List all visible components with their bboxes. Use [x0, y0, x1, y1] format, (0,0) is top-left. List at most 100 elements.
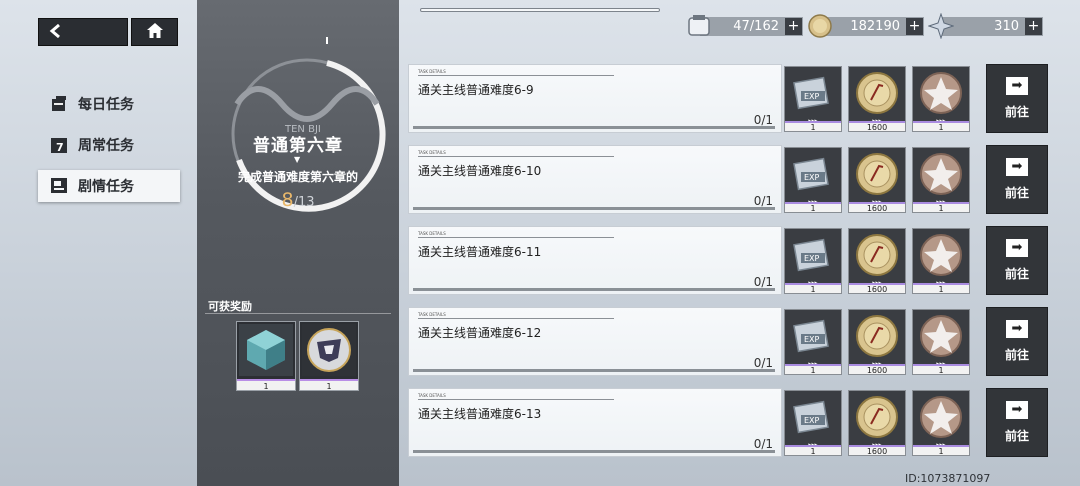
arrow-right-icon: ➡ [1006, 401, 1028, 419]
chapter-panel: TEN BJI 普通第六章 ▼ 完成普通难度第六章的 8/13 可获奖励 1 1 [197, 0, 399, 486]
task-reward-item[interactable]: ▶▶▶1600 [848, 66, 906, 132]
stamina-icon [688, 15, 710, 36]
gold-coin-icon [851, 393, 903, 442]
reward-count: 1600 [849, 202, 905, 213]
svg-text:EXP: EXP [804, 416, 820, 425]
exp-book-icon: EXP [787, 150, 839, 199]
task-reward-item[interactable]: ▶▶▶1600 [848, 147, 906, 213]
task-name: 通关主线普通难度6-10 [418, 164, 542, 178]
svg-text:7: 7 [56, 141, 64, 154]
reward-count: 1 [300, 379, 358, 391]
task-row: TASK DETAILS通关主线普通难度6-120/1EXP▶▶▶1▶▶▶160… [408, 307, 1048, 376]
add-stamina-button[interactable]: + [785, 18, 802, 35]
back-button[interactable] [38, 18, 128, 46]
task-category-nav: 每日任务 7 周常任务 剧情任务 [38, 88, 180, 211]
reward-count: 1 [785, 202, 841, 213]
arrow-right-icon: ➡ [1006, 158, 1028, 176]
task-reward-item[interactable]: ▶▶▶1600 [848, 309, 906, 375]
divider [418, 75, 614, 76]
reward-count: 1 [785, 283, 841, 294]
go-button[interactable]: ➡ 前往 [986, 64, 1048, 133]
task-progress-bar [413, 369, 775, 372]
weekly-calendar-icon: 7 [50, 136, 68, 154]
reward-count: 1 [913, 121, 969, 132]
task-reward-item[interactable]: EXP▶▶▶1 [784, 309, 842, 375]
reward-label: 可获奖励 [208, 300, 252, 313]
reward-count: 1600 [849, 364, 905, 375]
add-gold-button[interactable]: + [906, 18, 923, 35]
task-row: TASK DETAILS通关主线普通难度6-110/1EXP▶▶▶1▶▶▶160… [408, 226, 1048, 295]
reward-count: 1600 [849, 283, 905, 294]
nav-item-label: 剧情任务 [78, 179, 134, 195]
exp-book-icon: EXP [787, 69, 839, 118]
task-reward-item[interactable]: EXP▶▶▶1 [784, 66, 842, 132]
task-name: 通关主线普通难度6-11 [418, 245, 542, 259]
reward-count: 1 [913, 364, 969, 375]
nav-item-story[interactable]: 剧情任务 [38, 170, 180, 202]
task-reward-item[interactable]: EXP▶▶▶1 [784, 228, 842, 294]
task-details: TASK DETAILS 通关主线普通难度6-9 0/1 [408, 64, 782, 133]
task-tag: TASK DETAILS [418, 69, 446, 74]
chapter-reward-card[interactable]: 1 [299, 321, 359, 391]
task-reward-item[interactable]: ▶▶▶1 [912, 147, 970, 213]
divider [418, 237, 614, 238]
task-reward-item[interactable]: ▶▶▶1 [912, 309, 970, 375]
svg-text:EXP: EXP [804, 92, 820, 101]
go-button-label: 前往 [1004, 267, 1029, 281]
task-reward-item[interactable]: ▶▶▶1 [912, 228, 970, 294]
reward-count: 1 [237, 379, 295, 391]
arrow-right-icon: ➡ [1006, 320, 1028, 338]
task-tag: TASK DETAILS [418, 393, 446, 398]
go-button[interactable]: ➡ 前往 [986, 145, 1048, 214]
nav-item-weekly[interactable]: 7 周常任务 [38, 129, 180, 161]
crystal-value: 310 [994, 19, 1019, 34]
stamina-value: 47/162 [733, 19, 779, 34]
task-progress-text: 0/1 [753, 194, 773, 208]
task-reward-item[interactable]: ▶▶▶1 [912, 66, 970, 132]
gold-resource: 182190 + [808, 14, 924, 38]
task-progress-text: 0/1 [753, 275, 773, 289]
chapter-title: 普通第六章 [253, 136, 343, 156]
go-button-label: 前往 [1004, 186, 1029, 200]
reward-count: 1600 [849, 445, 905, 456]
task-reward-item[interactable]: ▶▶▶1600 [848, 390, 906, 456]
task-progress-text: 0/1 [753, 113, 773, 127]
nav-item-daily[interactable]: 每日任务 [38, 88, 180, 120]
task-details: TASK DETAILS 通关主线普通难度6-13 0/1 [408, 388, 782, 457]
task-name: 通关主线普通难度6-13 [418, 407, 542, 421]
go-button[interactable]: ➡ 前往 [986, 307, 1048, 376]
task-list: TASK DETAILS通关主线普通难度6-90/1EXP▶▶▶1▶▶▶1600… [408, 64, 1048, 469]
story-task-icon [50, 177, 68, 195]
divider [418, 156, 614, 157]
task-reward-item[interactable]: ▶▶▶1600 [848, 228, 906, 294]
task-tag: TASK DETAILS [418, 150, 446, 155]
home-icon [146, 22, 163, 42]
emblem-badge-icon [302, 324, 356, 376]
task-tag: TASK DETAILS [418, 312, 446, 317]
rank-emblem-icon [915, 312, 967, 361]
task-row: TASK DETAILS通关主线普通难度6-90/1EXP▶▶▶1▶▶▶1600… [408, 64, 1048, 133]
user-id: ID:1073871097 [905, 472, 991, 485]
svg-text:EXP: EXP [804, 254, 820, 263]
task-reward-item[interactable]: ▶▶▶1 [912, 390, 970, 456]
go-button-label: 前往 [1004, 105, 1029, 119]
go-button[interactable]: ➡ 前往 [986, 226, 1048, 295]
task-progress-text: 0/1 [753, 356, 773, 370]
divider [418, 399, 614, 400]
task-reward-item[interactable]: EXP▶▶▶1 [784, 147, 842, 213]
task-progress-bar [413, 126, 775, 129]
star-crystal-icon [928, 13, 954, 39]
daily-task-icon [50, 95, 68, 113]
home-button[interactable] [131, 18, 178, 46]
go-button[interactable]: ➡ 前往 [986, 388, 1048, 457]
gold-coin-icon [851, 69, 903, 118]
progress-total: /13 [293, 195, 315, 210]
rank-emblem-icon [915, 393, 967, 442]
crystal-resource: 310 + [928, 13, 1043, 39]
chapter-reward-card[interactable]: 1 [236, 321, 296, 391]
nav-item-label: 周常任务 [78, 138, 134, 154]
add-crystal-button[interactable]: + [1025, 18, 1042, 35]
reward-count: 1 [913, 445, 969, 456]
task-reward-item[interactable]: EXP▶▶▶1 [784, 390, 842, 456]
svg-text:EXP: EXP [804, 173, 820, 182]
